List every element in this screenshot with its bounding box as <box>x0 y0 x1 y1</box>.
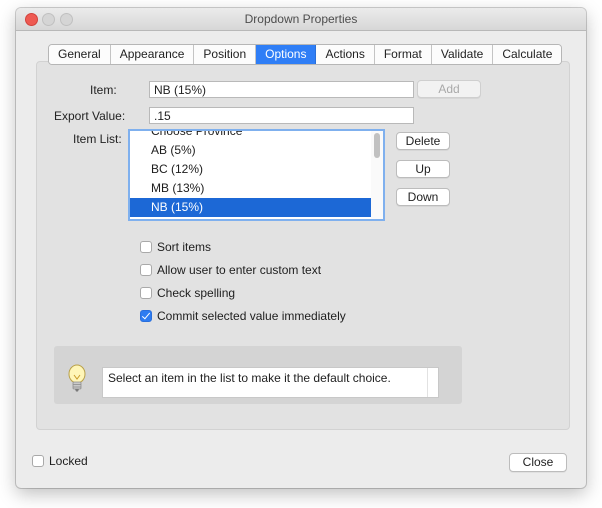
list-scrollbar[interactable] <box>371 131 383 219</box>
sort-items-label: Sort items <box>157 240 212 254</box>
check-spelling-checkbox[interactable] <box>140 287 152 299</box>
sort-items-checkbox[interactable] <box>140 241 152 253</box>
item-list[interactable]: Choose Province AB (5%) BC (12%) MB (13%… <box>128 129 385 221</box>
list-item[interactable]: AB (5%) <box>130 141 372 160</box>
hint-area: Select an item in the list to make it th… <box>54 346 462 404</box>
tab-options[interactable]: Options <box>256 45 317 64</box>
window-close-button[interactable] <box>25 13 38 26</box>
locked-option[interactable]: Locked <box>32 453 88 469</box>
locked-label: Locked <box>49 454 88 468</box>
lightbulb-icon <box>66 364 88 397</box>
down-button[interactable]: Down <box>396 188 450 206</box>
list-item[interactable]: BC (12%) <box>130 160 372 179</box>
add-button[interactable]: Add <box>417 80 481 98</box>
tab-bar: General Appearance Position Options Acti… <box>48 44 563 65</box>
sort-items-option[interactable]: Sort items <box>140 239 211 255</box>
locked-checkbox[interactable] <box>32 455 44 467</box>
list-item[interactable]: Choose Province <box>130 131 372 141</box>
close-button[interactable]: Close <box>509 453 567 472</box>
tab-validate[interactable]: Validate <box>431 45 494 64</box>
commit-value-option[interactable]: Commit selected value immediately <box>140 308 346 324</box>
tab-appearance[interactable]: Appearance <box>110 45 195 64</box>
list-item-selected[interactable]: NB (15%) <box>130 198 372 217</box>
title-bar: Dropdown Properties <box>16 8 586 31</box>
custom-text-label: Allow user to enter custom text <box>157 263 322 277</box>
commit-value-checkbox[interactable] <box>140 310 152 322</box>
tab-calculate[interactable]: Calculate <box>493 45 562 64</box>
list-item[interactable]: MB (13%) <box>130 179 372 198</box>
item-input[interactable]: NB (15%) <box>149 81 414 98</box>
custom-text-option[interactable]: Allow user to enter custom text <box>140 262 321 278</box>
export-value-label: Export Value: <box>54 109 126 123</box>
check-spelling-label: Check spelling <box>157 286 236 300</box>
tab-actions[interactable]: Actions <box>316 45 375 64</box>
up-button[interactable]: Up <box>396 160 450 178</box>
tab-position[interactable]: Position <box>194 45 257 64</box>
window-minimize-button[interactable] <box>42 13 55 26</box>
window-zoom-button[interactable] <box>60 13 73 26</box>
tab-general[interactable]: General <box>49 45 111 64</box>
list-scroll-thumb[interactable] <box>374 133 380 158</box>
delete-button[interactable]: Delete <box>396 132 450 150</box>
item-label: Item: <box>90 83 117 97</box>
export-value-input[interactable]: .15 <box>149 107 414 124</box>
custom-text-checkbox[interactable] <box>140 264 152 276</box>
hint-scrollbar <box>427 368 438 397</box>
dropdown-properties-window: Dropdown Properties Item: NB (15%) Add E… <box>16 8 586 488</box>
tab-format[interactable]: Format <box>374 45 432 64</box>
item-list-label: Item List: <box>73 132 122 146</box>
window-title: Dropdown Properties <box>244 12 358 26</box>
commit-value-label: Commit selected value immediately <box>157 309 346 323</box>
hint-text: Select an item in the list to make it th… <box>108 371 391 385</box>
check-spelling-option[interactable]: Check spelling <box>140 285 235 301</box>
hint-text-box: Select an item in the list to make it th… <box>102 367 439 398</box>
